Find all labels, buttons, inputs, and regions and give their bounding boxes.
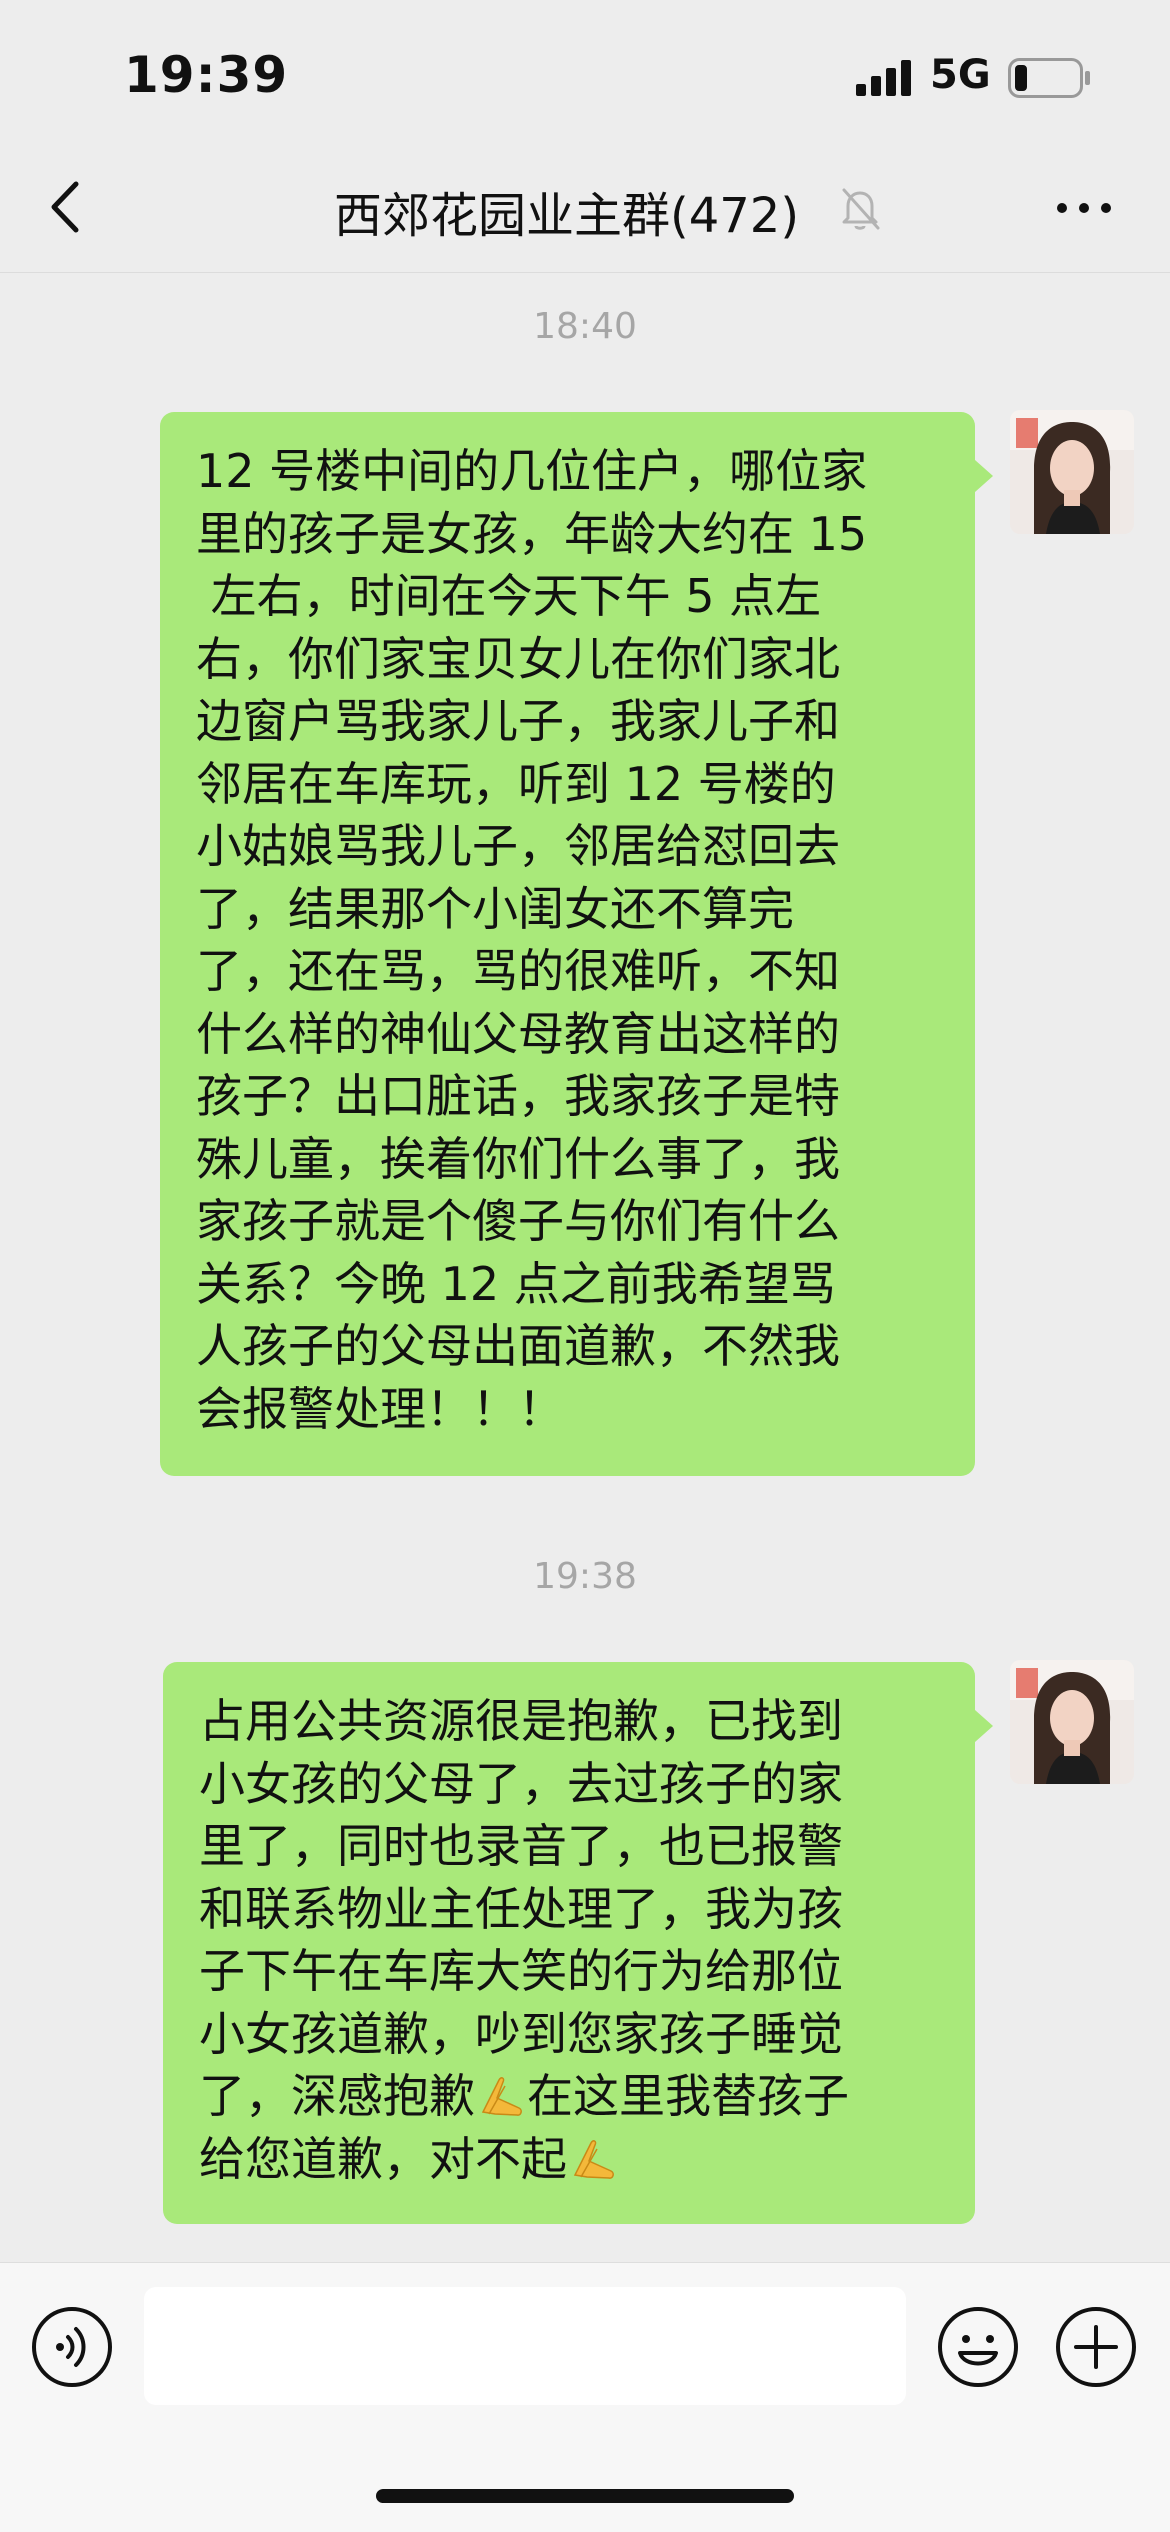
- chevron-left-icon[interactable]: [44, 174, 88, 240]
- message-line: 里的孩子是女孩，年龄大约在 15: [196, 506, 868, 561]
- battery-icon: [1008, 58, 1090, 98]
- message-line: 关系？今晚 12 点之前我希望骂: [196, 1256, 836, 1311]
- more-dots-icon[interactable]: [1054, 198, 1114, 218]
- message-line: 了，深感抱歉 在这里我替孩子: [199, 2065, 945, 2128]
- message-line: 小女孩道歉，吵到您家孩子睡觉: [199, 2006, 843, 2061]
- folded-hands-emoji-icon: [481, 2077, 522, 2116]
- message-line: 会报警处理！！！: [196, 1381, 564, 1436]
- avatar-photo: [1010, 1660, 1134, 1784]
- message-line: 了，还在骂，骂的很难听，不知: [196, 944, 840, 998]
- message-line: 什么样的神仙父母教育出这样的: [196, 1006, 840, 1061]
- signal-icon: [856, 60, 911, 96]
- nav-bar: 西郊花园业主群(472): [0, 150, 1170, 273]
- message-line: 殊儿童，挨着你们什么事了，我: [196, 1131, 840, 1186]
- avatar[interactable]: [1010, 1660, 1134, 1784]
- message-line: 给您道歉，对不起: [199, 2128, 945, 2191]
- message-bubble[interactable]: 占用公共资源很是抱歉，已找到 小女孩的父母了，去过孩子的家 里了，同时也录音了，…: [163, 1662, 993, 2224]
- message-line: 里了，同时也录音了，也已报警: [199, 1819, 843, 1873]
- message-line-part: 给您道歉，对不起: [199, 2131, 567, 2186]
- message-line-part: 了，深感抱歉: [199, 2069, 475, 2123]
- bell-slash-icon: [842, 188, 880, 230]
- message-line: 小姑娘骂我儿子，邻居给怼回去: [196, 819, 840, 873]
- message-input[interactable]: [144, 2287, 906, 2405]
- status-bar: 19:39 5G: [0, 0, 1170, 150]
- message-line: 占用公共资源很是抱歉，已找到: [199, 1694, 843, 1748]
- avatar-photo: [1010, 410, 1134, 534]
- emoji-icon[interactable]: [936, 2305, 1020, 2389]
- folded-hands-emoji-icon: [573, 2139, 614, 2179]
- message-line: 邻居在车库玩，听到 12 号楼的: [196, 756, 836, 811]
- message-line: 了，结果那个小闺女还不算完: [196, 881, 794, 936]
- network-label: 5G: [930, 52, 991, 98]
- message-line-part: 在这里我替孩子: [527, 2069, 849, 2123]
- voice-icon[interactable]: [30, 2305, 114, 2389]
- message-timestamp: 18:40: [533, 306, 637, 347]
- message-line: 家孩子就是个傻子与你们有什么: [196, 1194, 840, 1248]
- message-line: 和联系物业主任处理了，我为孩: [199, 1881, 843, 1936]
- bubble-tail: [975, 460, 993, 492]
- message-timestamp: 19:38: [533, 1556, 637, 1597]
- message-line: 右，你们家宝贝女儿在你们家北: [196, 631, 840, 686]
- message-line: 子下午在车库大笑的行为给那位: [199, 1944, 843, 1998]
- message-line: 小女孩的父母了，去过孩子的家: [199, 1756, 843, 1811]
- message-line: 人孩子的父母出面道歉，不然我: [196, 1319, 840, 1373]
- home-indicator[interactable]: [376, 2489, 794, 2503]
- chat-title: 西郊花园业主群(472): [334, 188, 800, 244]
- status-time: 19:39: [124, 46, 289, 104]
- avatar[interactable]: [1010, 410, 1134, 534]
- input-bar: [0, 2262, 1170, 2532]
- message-line: 12 号楼中间的几位住户，哪位家: [196, 444, 868, 498]
- message-line: 边窗户骂我家儿子，我家儿子和: [196, 694, 840, 748]
- bubble-tail: [975, 1710, 993, 1742]
- message-bubble[interactable]: 12 号楼中间的几位住户，哪位家 里的孩子是女孩，年龄大约在 15 左右，时间在…: [160, 412, 993, 1476]
- chat-screen: 19:39 5G 西郊花园业主群(472) 18:40 12 号楼中间的几位住户…: [0, 0, 1170, 2532]
- message-line: 孩子？出口脏话，我家孩子是特: [196, 1069, 840, 1123]
- plus-icon[interactable]: [1054, 2305, 1138, 2389]
- message-line: 左右，时间在今天下午 5 点左: [196, 569, 822, 623]
